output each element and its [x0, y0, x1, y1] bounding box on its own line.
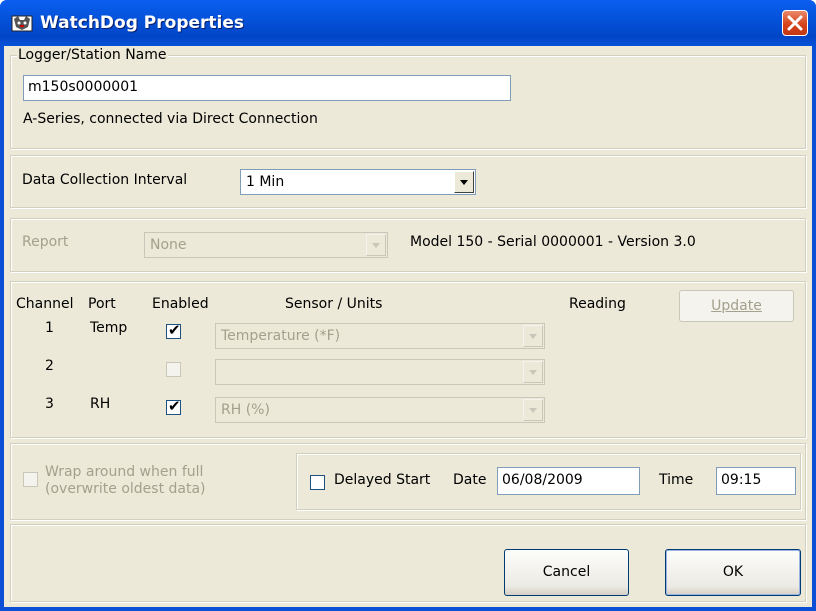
chevron-down-icon[interactable]	[454, 171, 474, 193]
port-header: Port	[88, 296, 116, 312]
channel-enabled-checkbox[interactable]: ✔	[166, 321, 181, 339]
enabled-header: Enabled	[152, 296, 209, 312]
channel-enabled-checkbox[interactable]: ✔	[166, 397, 181, 415]
channel-header: Channel	[16, 296, 74, 312]
delayed-start-label: Delayed Start	[334, 472, 431, 488]
channel-number: 1	[45, 320, 54, 336]
report-selected-value: None	[150, 237, 187, 253]
ok-button[interactable]: OK	[665, 549, 801, 596]
date-input[interactable]: 06/08/2009	[497, 467, 640, 495]
sensor-units-header: Sensor / Units	[285, 296, 383, 312]
cancel-button-label: Cancel	[542, 564, 591, 580]
date-label: Date	[453, 472, 487, 488]
channels-group: Channel Port Enabled Sensor / Units Read…	[10, 281, 806, 438]
sensor-selected-value: RH (%)	[221, 402, 270, 418]
report-label: Report	[22, 234, 69, 250]
chevron-down-icon[interactable]	[523, 325, 543, 347]
window-title: WatchDog Properties	[40, 13, 245, 33]
checkmark-icon: ✔	[168, 321, 181, 339]
interval-select[interactable]: 1 Min	[240, 169, 476, 195]
footer-group: Cancel OK	[10, 524, 806, 602]
logger-name-group: Logger/Station Name m150s0000001 A-Serie…	[10, 47, 806, 149]
sensor-select[interactable]	[215, 359, 545, 385]
watchdog-app-icon	[11, 15, 33, 32]
port-name: Temp	[90, 320, 128, 336]
options-group: Wrap around when full (overwrite oldest …	[10, 443, 806, 520]
checkmark-icon: ✔	[168, 397, 181, 415]
sensor-select[interactable]: RH (%)	[215, 397, 545, 423]
channel-number: 2	[45, 358, 54, 374]
channel-number: 3	[45, 396, 54, 412]
sensor-select[interactable]: Temperature (*F)	[215, 323, 545, 349]
chevron-down-icon[interactable]	[523, 399, 543, 421]
report-select[interactable]: None	[144, 232, 388, 258]
interval-group: Data Collection Interval 1 Min	[10, 155, 806, 208]
update-button[interactable]: Update	[679, 290, 794, 322]
delayed-start-checkbox[interactable]	[310, 475, 325, 490]
logger-name-legend: Logger/Station Name	[17, 47, 168, 63]
port-name: RH	[90, 396, 111, 412]
cancel-button[interactable]: Cancel	[504, 549, 629, 596]
dialog-window: WatchDog Properties Logger/Station Name …	[0, 0, 816, 611]
ok-button-label: OK	[722, 564, 744, 580]
title-bar[interactable]: WatchDog Properties	[0, 0, 816, 46]
dialog-body: Logger/Station Name m150s0000001 A-Serie…	[4, 46, 812, 607]
time-input[interactable]: 09:15	[716, 467, 796, 495]
logger-name-input[interactable]: m150s0000001	[23, 75, 511, 101]
reading-header: Reading	[569, 296, 626, 312]
close-icon	[787, 15, 803, 31]
channel-enabled-checkbox[interactable]	[166, 362, 181, 377]
time-label: Time	[659, 472, 694, 488]
interval-label: Data Collection Interval	[22, 172, 188, 188]
wrap-around-checkbox[interactable]	[23, 472, 38, 487]
chevron-down-icon[interactable]	[523, 361, 543, 383]
model-info-text: Model 150 - Serial 0000001 - Version 3.0	[410, 234, 696, 250]
wrap-around-label: Wrap around when full	[45, 464, 204, 480]
connection-status-text: A-Series, connected via Direct Connectio…	[23, 111, 318, 127]
delayed-start-group: Delayed Start Date 06/08/2009 Time 09:15	[296, 453, 801, 510]
chevron-down-icon[interactable]	[366, 234, 386, 256]
report-group: Report None Model 150 - Serial 0000001 -…	[10, 218, 806, 272]
sensor-selected-value: Temperature (*F)	[221, 328, 341, 344]
close-button[interactable]	[782, 10, 808, 36]
wrap-around-sublabel: (overwrite oldest data)	[45, 481, 206, 497]
interval-selected-value: 1 Min	[246, 174, 285, 190]
update-button-label: Update	[711, 298, 762, 314]
